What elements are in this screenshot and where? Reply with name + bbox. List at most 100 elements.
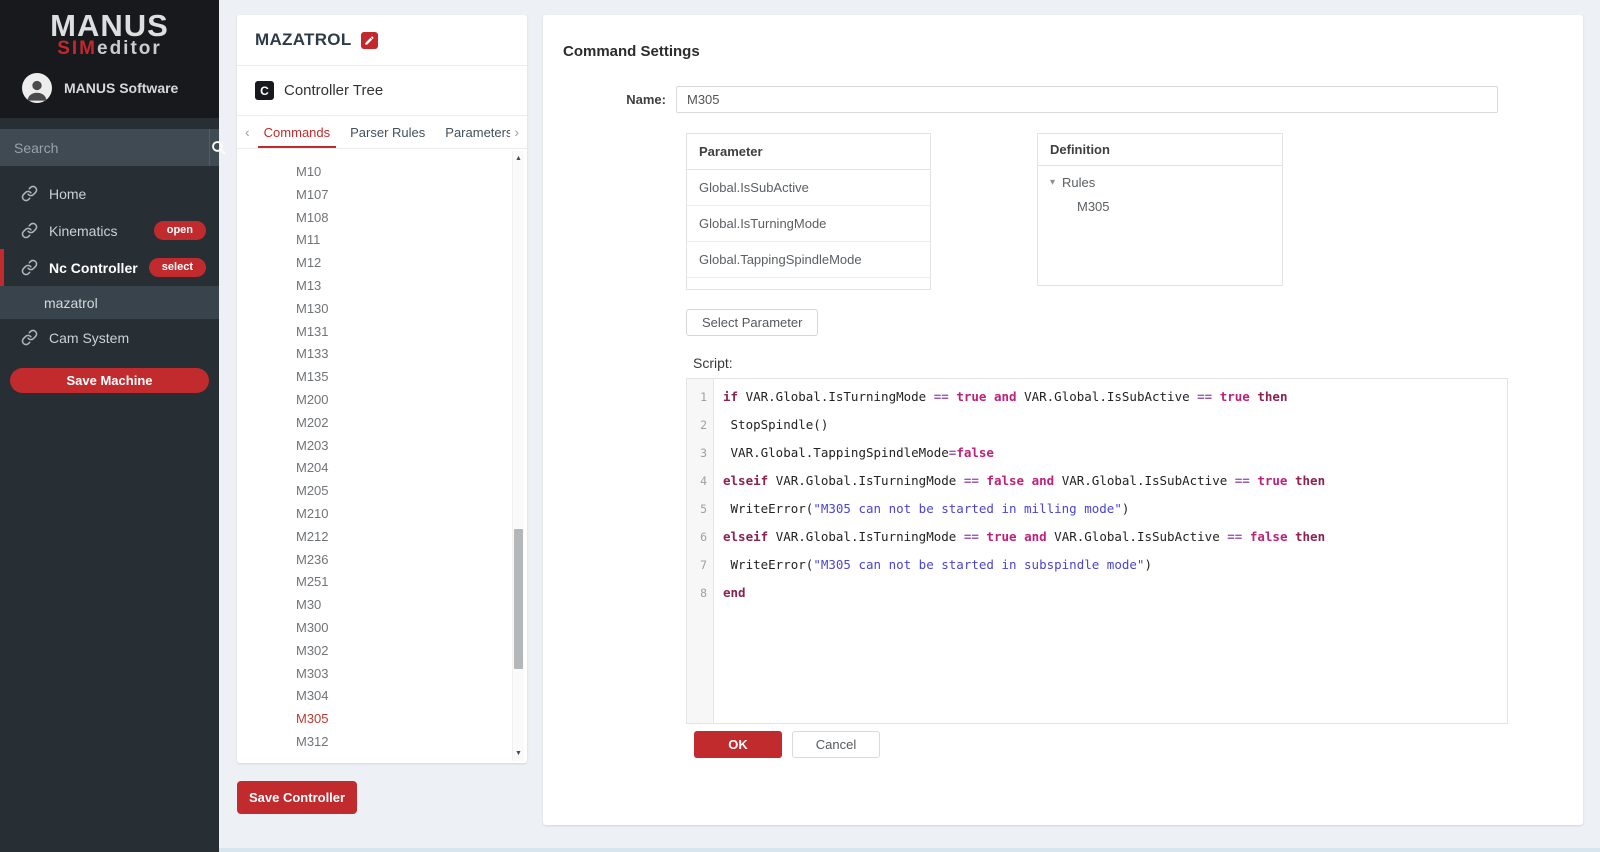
- command-item[interactable]: M135: [237, 366, 527, 389]
- controller-tree-card: MAZATROL C Controller Tree ‹ CommandsPar…: [237, 15, 527, 763]
- sidebar: MANUS SIMeditor MANUS Software HomeKinem…: [0, 0, 219, 852]
- tab-parser-rules[interactable]: Parser Rules: [340, 116, 435, 148]
- sidebar-nav: Home Kinematicsopen Nc Controller select maz…: [0, 175, 219, 356]
- command-item[interactable]: M10: [237, 161, 527, 184]
- command-item[interactable]: M205: [237, 480, 527, 503]
- person-icon: [23, 75, 51, 103]
- command-item[interactable]: M11: [237, 229, 527, 252]
- script-editor[interactable]: 1if VAR.Global.IsTurningMode == true and…: [686, 378, 1508, 724]
- command-item[interactable]: M210: [237, 503, 527, 526]
- command-item[interactable]: M302: [237, 640, 527, 663]
- command-item[interactable]: M202: [237, 412, 527, 435]
- scroll-thumb[interactable]: [514, 529, 523, 669]
- command-item[interactable]: M204: [237, 457, 527, 480]
- ok-button[interactable]: OK: [694, 731, 782, 758]
- code-text: end: [714, 579, 746, 607]
- bottom-scroll-strip: [219, 848, 1600, 852]
- command-item[interactable]: M13: [237, 275, 527, 298]
- line-number: 3: [687, 439, 714, 467]
- sidebar-item-mazatrol[interactable]: mazatrol: [0, 286, 219, 319]
- name-row: Name:: [543, 86, 1583, 113]
- sidebar-item-label: Home: [49, 186, 86, 202]
- link-icon: [21, 259, 38, 276]
- sidebar-item-nc-controller[interactable]: Nc Controller select: [0, 249, 219, 286]
- sidebar-item-kinematics[interactable]: Kinematicsopen: [0, 212, 219, 249]
- tab-parameters[interactable]: Parameters: [435, 116, 510, 148]
- tab-commands[interactable]: Commands: [254, 116, 340, 148]
- command-item[interactable]: M312: [237, 731, 527, 754]
- sidebar-item-label: Cam System: [49, 330, 129, 346]
- app-root: MANUS SIMeditor MANUS Software HomeKinem…: [0, 0, 1600, 852]
- command-item[interactable]: M108: [237, 207, 527, 230]
- definition-tree-root[interactable]: ▾ Rules: [1050, 175, 1270, 190]
- code-line: 8end: [687, 579, 1507, 607]
- tabs-scroll-right-icon[interactable]: ›: [510, 116, 523, 148]
- status-badge: select: [149, 258, 206, 277]
- command-item[interactable]: M212: [237, 526, 527, 549]
- scroll-down-icon[interactable]: ▼: [513, 750, 524, 757]
- code-line: 7 WriteError("M305 can not be started in…: [687, 551, 1507, 579]
- cancel-button[interactable]: Cancel: [792, 731, 880, 758]
- command-item[interactable]: M203: [237, 435, 527, 458]
- code-text: StopSpindle(): [714, 411, 828, 439]
- code-text: WriteError("M305 can not be started in s…: [714, 551, 1152, 579]
- code-text: if VAR.Global.IsTurningMode == true and …: [714, 383, 1287, 411]
- status-badge: open: [154, 221, 206, 240]
- save-machine-button[interactable]: Save Machine: [10, 368, 209, 393]
- tab-strip: CommandsParser RulesParametersVa: [254, 116, 511, 148]
- brand-name: MAZATROL: [255, 30, 352, 50]
- command-item[interactable]: M131: [237, 321, 527, 344]
- code-text: VAR.Global.TappingSpindleMode=false: [714, 439, 994, 467]
- parameter-table-header: Parameter: [687, 134, 930, 170]
- search-bar: [0, 129, 219, 166]
- definition-root-label: Rules: [1062, 175, 1095, 190]
- search-button[interactable]: [209, 129, 227, 166]
- parameter-row[interactable]: Global.IsSubActive: [687, 170, 930, 206]
- command-list-scrollbar[interactable]: ▲ ▼: [512, 151, 524, 761]
- definition-tree-item[interactable]: M305: [1050, 199, 1270, 214]
- controller-icon: C: [255, 81, 274, 100]
- code-text: WriteError("M305 can not be started in m…: [714, 495, 1129, 523]
- search-input[interactable]: [0, 129, 209, 166]
- parameter-row[interactable]: Global.IsTurningMode: [687, 206, 930, 242]
- sidebar-item-home[interactable]: Home: [0, 175, 219, 212]
- select-parameter-button[interactable]: Select Parameter: [686, 309, 818, 336]
- command-item[interactable]: M300: [237, 617, 527, 640]
- parameter-row[interactable]: Global.TappingSpindleMode: [687, 242, 930, 278]
- command-item[interactable]: M304: [237, 685, 527, 708]
- command-item[interactable]: M305: [237, 708, 527, 731]
- code-line: 6elseif VAR.Global.IsTurningMode == true…: [687, 523, 1507, 551]
- line-number: 2: [687, 411, 714, 439]
- command-item[interactable]: M303: [237, 663, 527, 686]
- line-number: 5: [687, 495, 714, 523]
- link-icon: [21, 185, 38, 202]
- tabs-scroll-left-icon[interactable]: ‹: [241, 116, 254, 148]
- definition-tree: ▾ Rules M305: [1038, 166, 1282, 223]
- command-item[interactable]: M130: [237, 298, 527, 321]
- command-item[interactable]: M12: [237, 252, 527, 275]
- app-logo: MANUS SIMeditor: [0, 10, 219, 58]
- command-item[interactable]: M200: [237, 389, 527, 412]
- scroll-up-icon[interactable]: ▲: [513, 155, 524, 162]
- sidebar-item-label: Nc Controller: [49, 260, 138, 276]
- parameter-definition-row: Parameter Global.IsSubActiveGlobal.IsTur…: [686, 133, 1583, 290]
- command-item[interactable]: M251: [237, 571, 527, 594]
- command-item[interactable]: M133: [237, 343, 527, 366]
- search-icon: [210, 139, 227, 156]
- command-item[interactable]: M236: [237, 549, 527, 572]
- sidebar-item-label: mazatrol: [44, 295, 98, 311]
- line-number: 1: [687, 383, 714, 411]
- code-line: 2 StopSpindle(): [687, 411, 1507, 439]
- controller-brand-row: MAZATROL: [237, 15, 527, 66]
- code-line: 5 WriteError("M305 can not be started in…: [687, 495, 1507, 523]
- edit-icon[interactable]: [361, 32, 378, 49]
- command-item[interactable]: M107: [237, 184, 527, 207]
- command-item[interactable]: M30: [237, 594, 527, 617]
- command-settings-panel: Command Settings Name: Parameter Global.…: [543, 15, 1583, 825]
- tree-title-row: C Controller Tree: [237, 66, 527, 116]
- code-line: 4elseif VAR.Global.IsTurningMode == fals…: [687, 467, 1507, 495]
- sidebar-item-cam-system[interactable]: Cam System: [0, 319, 219, 356]
- save-controller-button[interactable]: Save Controller: [237, 781, 357, 814]
- code-line: 1if VAR.Global.IsTurningMode == true and…: [687, 383, 1507, 411]
- command-name-input[interactable]: [676, 86, 1498, 113]
